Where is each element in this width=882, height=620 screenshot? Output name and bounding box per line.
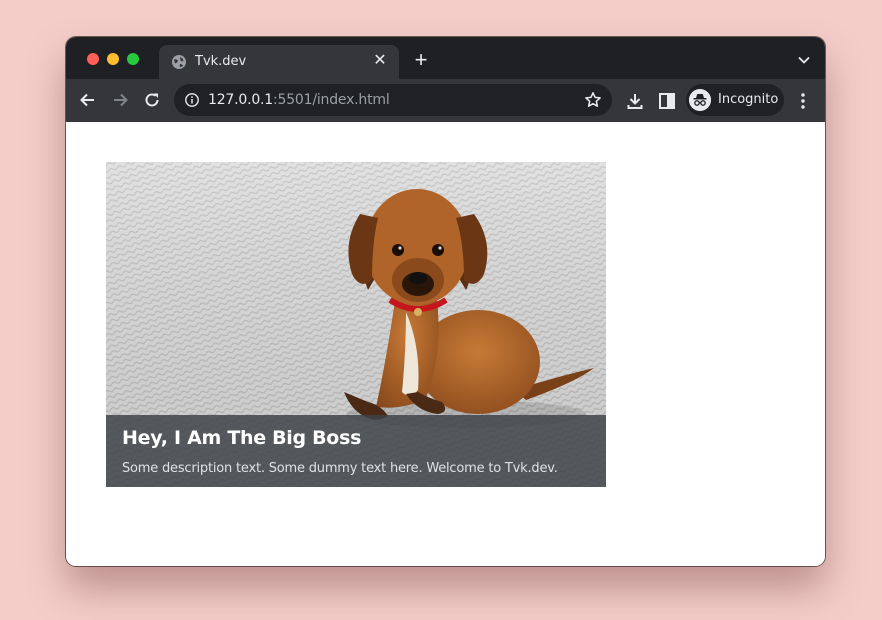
card-title: Hey, I Am The Big Boss	[122, 427, 362, 449]
toolbar: 127.0.0.1:5501/index.html Incognito	[66, 79, 825, 122]
url-path: :5501/index.html	[273, 92, 390, 108]
card-description: Some description text. Some dummy text h…	[122, 461, 558, 476]
address-bar[interactable]: 127.0.0.1:5501/index.html	[174, 84, 612, 116]
url-host: 127.0.0.1	[208, 92, 273, 108]
image-card: Hey, I Am The Big Boss Some description …	[106, 162, 606, 487]
chevron-down-icon[interactable]	[797, 53, 811, 67]
kebab-menu-icon[interactable]	[796, 91, 810, 111]
reload-icon[interactable]	[142, 90, 162, 110]
arrow-left-icon[interactable]	[78, 90, 98, 110]
tab-title: Tvk.dev	[195, 54, 247, 69]
close-window-button[interactable]	[87, 53, 99, 65]
tab-bar: Tvk.dev ✕ +	[66, 37, 825, 79]
maximize-window-button[interactable]	[127, 53, 139, 65]
side-panel-icon[interactable]	[658, 92, 676, 110]
download-icon[interactable]	[625, 91, 645, 111]
info-icon[interactable]	[184, 92, 200, 108]
url-text: 127.0.0.1:5501/index.html	[208, 92, 390, 108]
star-icon[interactable]	[584, 91, 602, 109]
globe-icon	[172, 55, 186, 69]
page-content: Hey, I Am The Big Boss Some description …	[66, 122, 825, 566]
plus-icon[interactable]: +	[411, 49, 431, 71]
incognito-label: Incognito	[718, 92, 779, 107]
card-caption: Hey, I Am The Big Boss Some description …	[106, 415, 606, 487]
arrow-right-icon[interactable]	[110, 90, 130, 110]
minimize-window-button[interactable]	[107, 53, 119, 65]
browser-tab[interactable]: Tvk.dev ✕	[159, 45, 399, 79]
incognito-profile-button[interactable]: Incognito	[686, 84, 784, 116]
incognito-icon	[689, 89, 711, 111]
browser-window: Tvk.dev ✕ + 127.0.0.1:5501/index.html In…	[66, 37, 825, 566]
close-icon[interactable]: ✕	[371, 52, 389, 70]
